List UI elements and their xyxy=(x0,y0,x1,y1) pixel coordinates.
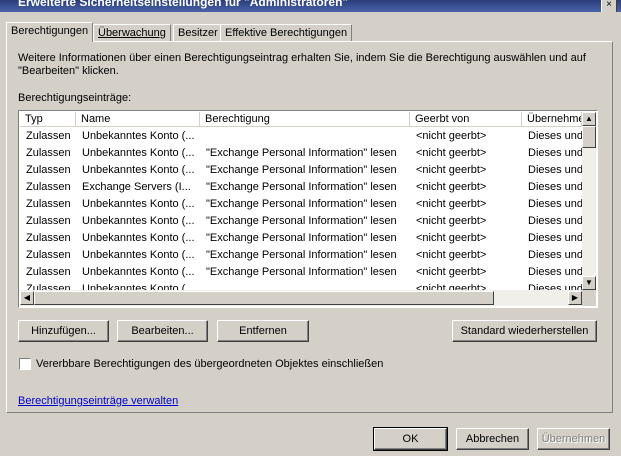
table-row[interactable]: Zulassen Unbekanntes Konto (... "Exchange … xyxy=(20,213,582,230)
table-row[interactable]: Zulassen Unbekanntes Konto (... "Exchange … xyxy=(20,145,582,162)
table-row[interactable]: Zulassen Unbekanntes Konto (... "Exchange … xyxy=(20,162,582,179)
cell-geerbt-von: <nicht geerbt> xyxy=(416,181,487,193)
cell-uebernehmen: Dieses und xyxy=(528,164,582,176)
tab-label: Besitzer xyxy=(178,27,218,39)
restore-default-button[interactable]: Standard wiederherstellen xyxy=(452,320,597,342)
cell-typ: Zulassen xyxy=(26,198,71,210)
tab-ueberwachung[interactable]: Überwachung xyxy=(93,24,171,42)
info-text: Weitere Informationen über einen Berecht… xyxy=(18,52,586,77)
cell-berechtigung: "Exchange Personal Information" lesen xyxy=(206,147,397,159)
cell-geerbt-von: <nicht geerbt> xyxy=(416,249,487,261)
tab-label: Überwachung xyxy=(98,27,166,39)
cell-uebernehmen: Dieses und xyxy=(528,266,582,278)
scroll-left-icon[interactable]: ◀ xyxy=(20,291,34,305)
scroll-down-icon[interactable]: ▼ xyxy=(582,276,596,290)
manage-entries-link[interactable]: Berechtigungseinträge verwalten xyxy=(18,395,178,407)
scroll-up-icon[interactable]: ▲ xyxy=(582,112,596,126)
inherit-permissions-checkbox[interactable] xyxy=(19,358,31,370)
add-button[interactable]: Hinzufügen... xyxy=(18,320,109,342)
column-header-geerbt-von[interactable]: Geerbt von xyxy=(410,112,522,127)
cell-berechtigung: "Exchange Personal Information" lesen xyxy=(206,266,397,278)
column-header-typ[interactable]: Typ xyxy=(20,112,76,127)
close-icon[interactable]: × xyxy=(601,0,617,12)
cell-berechtigung: "Exchange Personal Information" lesen xyxy=(206,181,397,193)
apply-button: Übernehmen xyxy=(537,428,610,450)
cell-uebernehmen: Dieses und xyxy=(528,181,582,193)
cell-name: Exchange Servers (I... xyxy=(82,181,191,193)
cell-geerbt-von: <nicht geerbt> xyxy=(416,147,487,159)
cell-geerbt-von: <nicht geerbt> xyxy=(416,232,487,244)
cell-geerbt-von: <nicht geerbt> xyxy=(416,164,487,176)
table-row[interactable]: Zulassen Unbekanntes Konto (... "Exchange … xyxy=(20,264,582,281)
cell-name: Unbekanntes Konto (... xyxy=(82,147,195,159)
remove-button[interactable]: Entfernen xyxy=(217,320,309,342)
cell-typ: Zulassen xyxy=(26,164,71,176)
list-header: Typ Name Berechtigung Geerbt von Überneh… xyxy=(20,112,596,128)
cell-uebernehmen: Dieses und xyxy=(528,198,582,210)
cell-name: Unbekanntes Konto (... xyxy=(82,232,195,244)
cancel-button[interactable]: Abbrechen xyxy=(456,428,529,450)
tab-berechtigungen[interactable]: Berechtigungen xyxy=(6,22,94,42)
cell-typ: Zulassen xyxy=(26,130,71,142)
cell-geerbt-von: <nicht geerbt> xyxy=(416,198,487,210)
table-row[interactable]: Zulassen Unbekanntes Konto (... "Exchange … xyxy=(20,247,582,264)
cell-berechtigung: "Exchange Personal Information" lesen xyxy=(206,215,397,227)
cell-name: Unbekanntes Konto (... xyxy=(82,215,195,227)
table-row[interactable]: Zulassen Exchange Servers (I... "Exchange … xyxy=(20,179,582,196)
column-header-uebernehmen[interactable]: Übernehme xyxy=(522,112,582,127)
scroll-right-icon[interactable]: ▶ xyxy=(568,291,582,305)
horizontal-scroll-thumb[interactable] xyxy=(34,291,494,305)
cell-geerbt-von: <nicht geerbt> xyxy=(416,215,487,227)
ok-button[interactable]: OK xyxy=(373,427,448,451)
cell-uebernehmen: Dieses und xyxy=(528,130,582,142)
cell-geerbt-von: <nicht geerbt> xyxy=(416,266,487,278)
entries-label: Berechtigungseinträge: xyxy=(18,92,132,104)
cell-berechtigung: "Exchange Personal Information" lesen xyxy=(206,232,397,244)
column-header-berechtigung[interactable]: Berechtigung xyxy=(200,112,410,127)
tab-label: Berechtigungen xyxy=(11,25,89,37)
cell-typ: Zulassen xyxy=(26,266,71,278)
cell-typ: Zulassen xyxy=(26,181,71,193)
tab-effektive-berechtigungen[interactable]: Effektive Berechtigungen xyxy=(220,24,353,42)
table-row[interactable]: Zulassen Unbekanntes Konto (... "Exchange … xyxy=(20,196,582,213)
cell-typ: Zulassen xyxy=(26,147,71,159)
cell-berechtigung: "Exchange Personal Information" lesen xyxy=(206,249,397,261)
cell-name: Unbekanntes Konto (... xyxy=(82,130,195,142)
cell-berechtigung: "Exchange Personal Information" lesen xyxy=(206,164,397,176)
cell-geerbt-von: <nicht geerbt> xyxy=(416,130,487,142)
horizontal-scrollbar[interactable]: ◀ ▶ xyxy=(20,290,582,306)
tab-besitzer[interactable]: Besitzer xyxy=(173,24,223,42)
cell-typ: Zulassen xyxy=(26,215,71,227)
vertical-scrollbar[interactable]: ▲ ▼ xyxy=(582,112,596,290)
cell-name: Unbekanntes Konto (... xyxy=(82,266,195,278)
cell-uebernehmen: Dieses und xyxy=(528,215,582,227)
table-row[interactable]: Zulassen Unbekanntes Konto (... "Exchange … xyxy=(20,230,582,247)
title-bar: Erweiterte Sicherheitseinstellungen für … xyxy=(0,0,621,12)
inherit-permissions-label: Vererbbare Berechtigungen des übergeordn… xyxy=(36,358,384,370)
cell-typ: Zulassen xyxy=(26,249,71,261)
cell-uebernehmen: Dieses und xyxy=(528,249,582,261)
tab-label: Effektive Berechtigungen xyxy=(225,27,348,39)
cell-name: Unbekanntes Konto (... xyxy=(82,164,195,176)
cell-uebernehmen: Dieses und xyxy=(528,147,582,159)
window-title: Erweiterte Sicherheitseinstellungen für … xyxy=(18,0,349,9)
cell-berechtigung: "Exchange Personal Information" lesen xyxy=(206,198,397,210)
cell-berechtigung xyxy=(200,128,410,145)
scrollbar-corner xyxy=(582,290,596,306)
cell-uebernehmen: Dieses und xyxy=(528,232,582,244)
permission-entries-list[interactable]: Typ Name Berechtigung Geerbt von Überneh… xyxy=(18,110,598,308)
cell-typ: Zulassen xyxy=(26,232,71,244)
edit-button[interactable]: Bearbeiten... xyxy=(117,320,208,342)
column-header-name[interactable]: Name xyxy=(76,112,200,127)
vertical-scroll-thumb[interactable] xyxy=(582,126,596,148)
cell-name: Unbekanntes Konto (... xyxy=(82,198,195,210)
cell-name: Unbekanntes Konto (... xyxy=(82,249,195,261)
table-row[interactable]: Zulassen Unbekanntes Konto (... <nicht gee… xyxy=(20,128,582,145)
